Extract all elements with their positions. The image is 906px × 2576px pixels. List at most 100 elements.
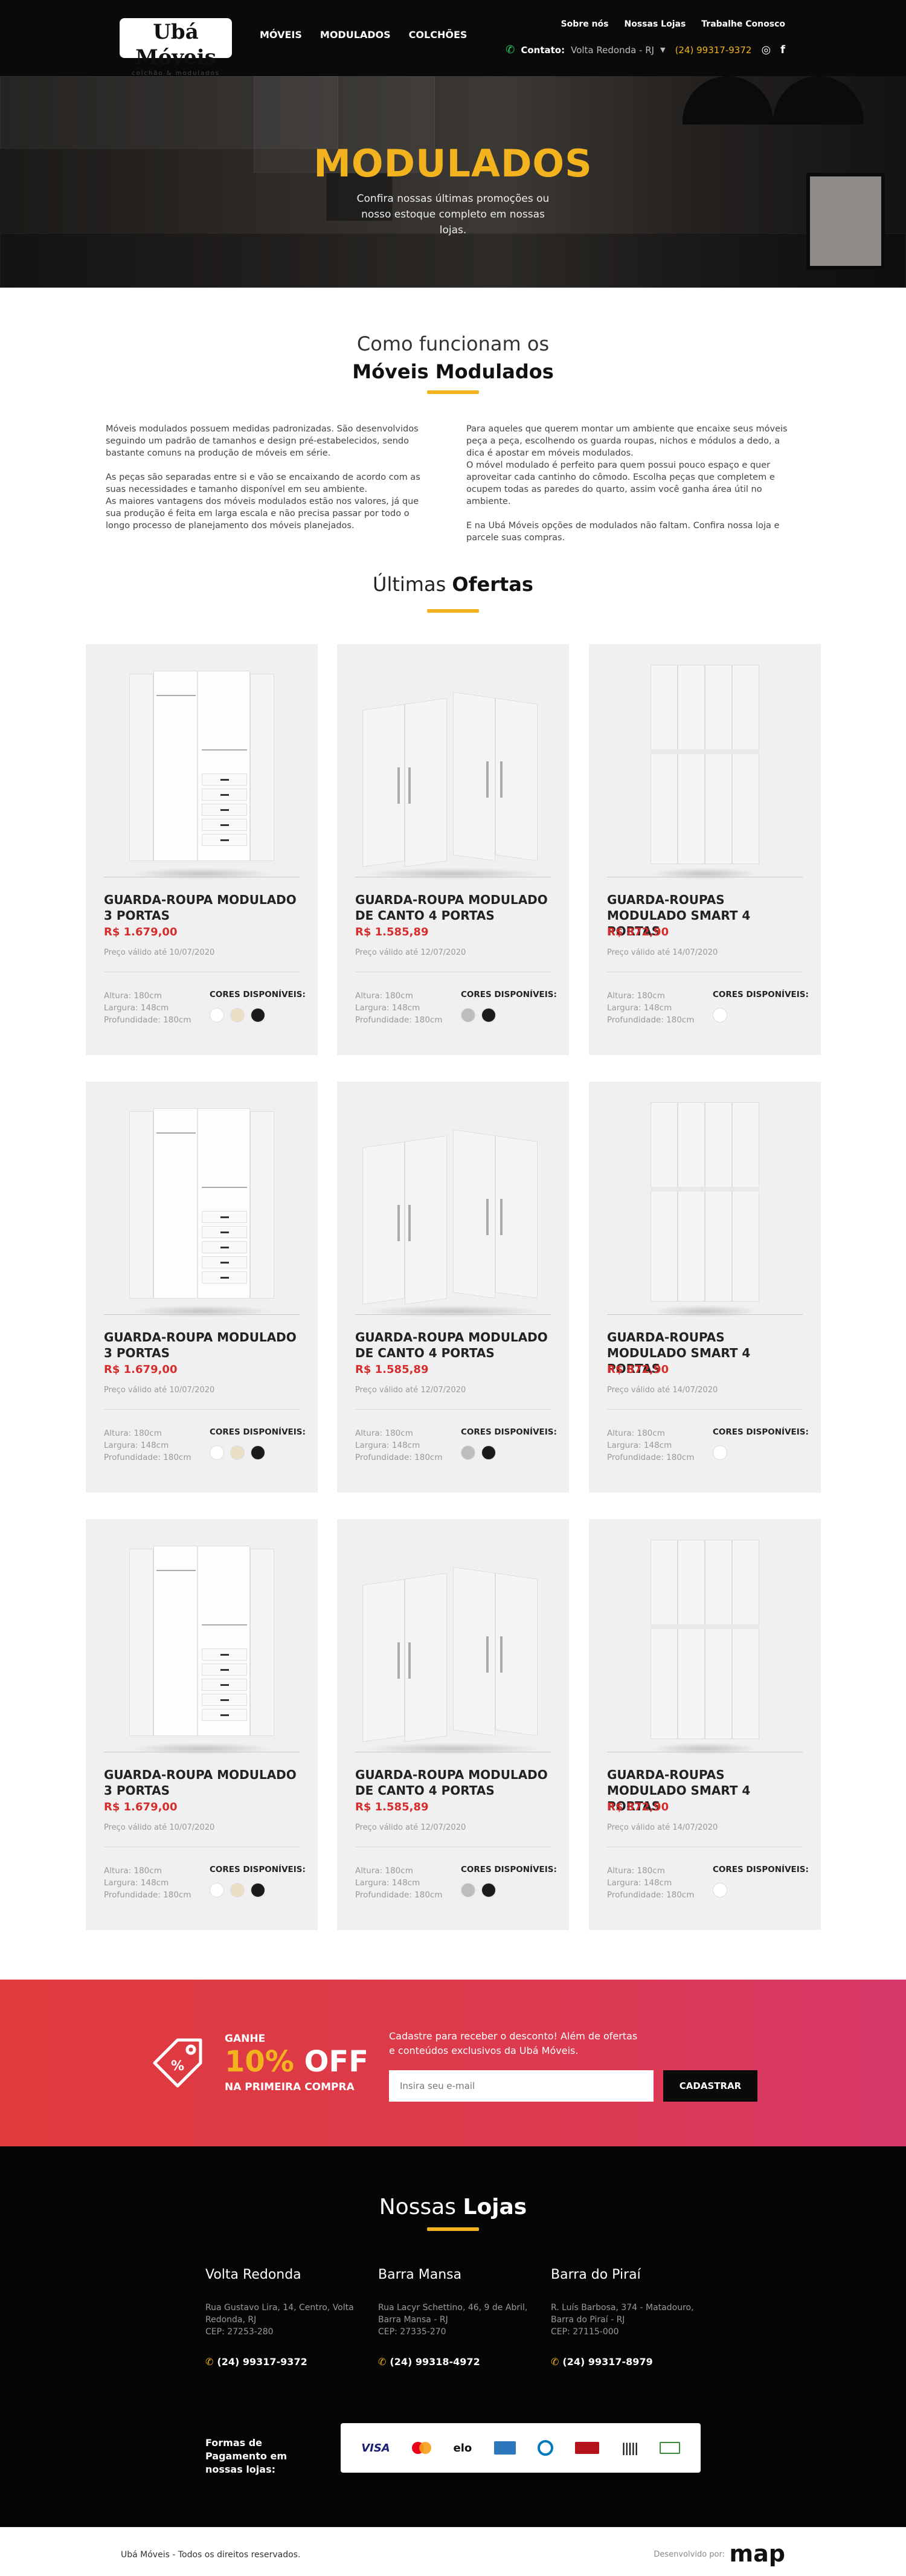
product-card[interactable]: GUARDA-ROUPA MODULADO DE CANTO 4 PORTAS R… [337, 644, 569, 1055]
paragraph: As maiores vantagens dos móveis modulado… [106, 497, 419, 531]
product-image-area[interactable] [355, 659, 551, 880]
product-card[interactable]: GUARDA-ROUPAS MODULADO SMART 4 PORTAS R$ … [589, 644, 821, 1055]
nav-colchoes[interactable]: COLCHÕES [409, 29, 467, 40]
payment-methods: VISA elo ||||| [341, 2423, 701, 2473]
divider [104, 1314, 300, 1315]
color-swatch[interactable] [210, 1883, 224, 1897]
product-card[interactable]: GUARDA-ROUPA MODULADO DE CANTO 4 PORTAS R… [337, 1082, 569, 1493]
dimension: Largura: 148cm [104, 1878, 169, 1888]
product-name[interactable]: GUARDA-ROUPA MODULADO 3 PORTAS [104, 1329, 303, 1361]
product-name[interactable]: GUARDA-ROUPA MODULADO 3 PORTAS [104, 1767, 303, 1798]
divider [355, 1314, 551, 1315]
nav-nossas-lojas[interactable]: Nossas Lojas [625, 19, 686, 29]
store-phone[interactable]: ✆ (24) 99317-8979 [551, 2356, 708, 2368]
color-swatch[interactable] [713, 1008, 727, 1022]
store-name: Barra do Piraí [551, 2267, 641, 2282]
dimension: Profundidade: 180cm [104, 1890, 191, 1900]
product-image-area[interactable] [607, 659, 803, 880]
chevron-down-icon[interactable]: ▼ [660, 46, 665, 54]
how-text-right: Para aqueles que querem montar um ambien… [466, 423, 795, 544]
offers-title-b: Ofertas [452, 573, 533, 596]
copyright: Ubá Móveis - Todos os direitos reservado… [121, 2550, 301, 2560]
color-swatch[interactable] [461, 1445, 475, 1460]
product-image [129, 1546, 274, 1755]
store-phone-number[interactable]: (24) 99317-8979 [562, 2356, 652, 2368]
product-name[interactable]: GUARDA-ROUPA MODULADO DE CANTO 4 PORTAS [355, 892, 554, 923]
color-swatch[interactable] [461, 1883, 475, 1897]
dimension: Altura: 180cm [355, 1866, 413, 1876]
nav-moveis[interactable]: MÓVEIS [260, 29, 302, 40]
boleto-icon: ||||| [621, 2441, 638, 2455]
color-swatch[interactable] [713, 1883, 727, 1897]
contact-bar: ✆ Contato: Volta Redonda - RJ ▼ (24) 993… [506, 44, 785, 56]
product-image-area[interactable] [355, 1096, 551, 1317]
colors-label: CORES DISPONÍVEIS: [461, 1427, 557, 1437]
product-card[interactable]: GUARDA-ROUPA MODULADO 3 PORTAS R$ 1.679,0… [86, 644, 318, 1055]
store-phone[interactable]: ✆ (24) 99317-9372 [205, 2356, 362, 2368]
product-image-area[interactable] [607, 1534, 803, 1755]
product-card[interactable]: GUARDA-ROUPAS MODULADO SMART 4 PORTAS R$ … [589, 1519, 821, 1930]
dimension: Profundidade: 180cm [355, 1015, 443, 1025]
dimension: Altura: 180cm [104, 1428, 162, 1438]
nav-trabalhe-conosco[interactable]: Trabalhe Conosco [701, 19, 785, 29]
color-swatch[interactable] [230, 1445, 245, 1460]
product-image [362, 1126, 544, 1317]
color-swatch[interactable] [251, 1008, 265, 1022]
dimension: Profundidade: 180cm [607, 1890, 695, 1900]
dimension: Largura: 148cm [607, 1003, 672, 1013]
product-image-area[interactable] [104, 659, 300, 880]
subscribe-button[interactable]: CADASTRAR [663, 2070, 757, 2102]
color-swatch[interactable] [481, 1883, 496, 1897]
product-price: R$ 1.679,00 [104, 926, 178, 938]
nav-sobre-nos[interactable]: Sobre nós [561, 19, 609, 29]
how-section-title: Como funcionam os Móveis Modulados [0, 332, 906, 394]
paragraph: Para aqueles que querem montar um ambien… [466, 424, 788, 458]
product-name[interactable]: GUARDA-ROUPA MODULADO 3 PORTAS [104, 892, 303, 923]
product-card[interactable]: GUARDA-ROUPA MODULADO 3 PORTAS R$ 1.679,0… [86, 1519, 318, 1930]
dimension: Altura: 180cm [607, 1866, 665, 1876]
product-image [129, 671, 274, 880]
stores-title-b: Lojas [463, 2195, 527, 2219]
color-swatch[interactable] [210, 1008, 224, 1022]
instagram-icon[interactable]: ◎ [761, 44, 771, 56]
payment-label: Formas de Pagamento em nossas lojas: [205, 2437, 287, 2475]
color-swatch[interactable] [251, 1445, 265, 1460]
color-swatch[interactable] [461, 1008, 475, 1022]
color-swatch[interactable] [481, 1445, 496, 1460]
product-name[interactable]: GUARDA-ROUPA MODULADO DE CANTO 4 PORTAS [355, 1767, 554, 1798]
product-image-area[interactable] [607, 1096, 803, 1317]
developer-logo[interactable]: map [730, 2540, 785, 2567]
product-price: R$ 1.679,00 [104, 1363, 178, 1376]
color-swatch[interactable] [481, 1008, 496, 1022]
nav-modulados[interactable]: MODULADOS [320, 29, 391, 40]
paragraph: E na Ubá Móveis opções de modulados não … [466, 521, 780, 543]
store-phone-number[interactable]: (24) 99317-9372 [217, 2356, 307, 2368]
store-phone[interactable]: ✆ (24) 99318-4972 [378, 2356, 535, 2368]
city-selector[interactable]: Volta Redonda - RJ [571, 45, 654, 56]
product-card[interactable]: GUARDA-ROUPA MODULADO 3 PORTAS R$ 1.679,0… [86, 1082, 318, 1493]
store-phone-number[interactable]: (24) 99318-4972 [390, 2356, 480, 2368]
product-image-area[interactable] [355, 1534, 551, 1755]
color-swatch[interactable] [210, 1445, 224, 1460]
product-image-area[interactable] [104, 1534, 300, 1755]
color-swatch[interactable] [230, 1883, 245, 1897]
facebook-icon[interactable]: f [780, 44, 785, 56]
logo[interactable]: Ubá Móveis colchão & modulados [120, 18, 232, 77]
color-swatch[interactable] [230, 1008, 245, 1022]
product-image [362, 1564, 544, 1755]
product-name[interactable]: GUARDA-ROUPA MODULADO DE CANTO 4 PORTAS [355, 1329, 554, 1361]
contact-phone[interactable]: (24) 99317-9372 [675, 45, 752, 56]
color-swatch[interactable] [713, 1445, 727, 1460]
dimension: Altura: 180cm [607, 1428, 665, 1438]
color-swatch[interactable] [251, 1883, 265, 1897]
dimension: Profundidade: 180cm [104, 1453, 191, 1462]
product-dimensions: Altura: 180cm Largura: 148cm Profundidade:… [104, 1865, 191, 1901]
site-footer: Ubá Móveis - Todos os direitos reservado… [0, 2527, 906, 2576]
product-card[interactable]: GUARDA-ROUPA MODULADO DE CANTO 4 PORTAS R… [337, 1519, 569, 1930]
discount-tag-icon: % [153, 2038, 202, 2088]
product-card[interactable]: GUARDA-ROUPAS MODULADO SMART 4 PORTAS R$ … [589, 1082, 821, 1493]
title-underline [427, 2227, 479, 2231]
email-input[interactable] [389, 2070, 654, 2102]
product-image-area[interactable] [104, 1096, 300, 1317]
colors-label: CORES DISPONÍVEIS: [713, 990, 809, 999]
